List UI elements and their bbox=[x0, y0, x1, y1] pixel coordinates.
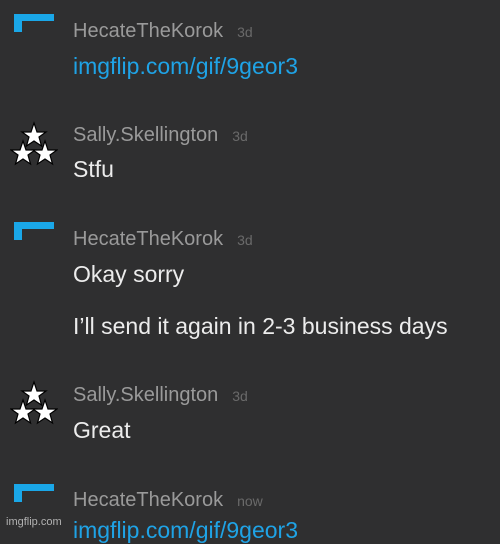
message-text: I’ll send it again in 2-3 business days bbox=[73, 313, 448, 339]
username[interactable]: Sally.Skellington 3d bbox=[73, 124, 248, 147]
imgflip-watermark: imgflip.com bbox=[6, 516, 62, 528]
username[interactable]: Sally.Skellington 3d bbox=[73, 384, 248, 407]
username[interactable]: HecateTheKorok now bbox=[73, 489, 263, 512]
timestamp: 3d bbox=[237, 24, 253, 40]
username-text[interactable]: Sally.Skellington bbox=[73, 384, 218, 406]
message-link[interactable]: imgflip.com/gif/9geor3 bbox=[73, 53, 298, 80]
username-text[interactable]: HecateTheKorok bbox=[73, 489, 223, 511]
timestamp: 3d bbox=[232, 388, 248, 404]
timestamp: 3d bbox=[232, 128, 248, 144]
username-text[interactable]: HecateTheKorok bbox=[73, 228, 223, 250]
timestamp: now bbox=[237, 493, 263, 509]
username-text[interactable]: HecateTheKorok bbox=[73, 20, 223, 42]
message-link[interactable]: imgflip.com/gif/9geor3 bbox=[73, 517, 298, 544]
message-text: Stfu bbox=[73, 156, 114, 182]
hecate-avatar-icon[interactable] bbox=[10, 216, 58, 264]
hecate-avatar-icon[interactable] bbox=[10, 8, 58, 56]
username[interactable]: HecateTheKorok 3d bbox=[73, 20, 253, 43]
timestamp: 3d bbox=[237, 232, 253, 248]
sally-avatar-icon[interactable] bbox=[9, 121, 59, 169]
sally-avatar-icon[interactable] bbox=[9, 380, 59, 428]
username-text[interactable]: Sally.Skellington bbox=[73, 124, 218, 146]
message-text: Okay sorry bbox=[73, 261, 185, 287]
username[interactable]: HecateTheKorok 3d bbox=[73, 228, 253, 251]
message-text: Great bbox=[73, 417, 131, 443]
